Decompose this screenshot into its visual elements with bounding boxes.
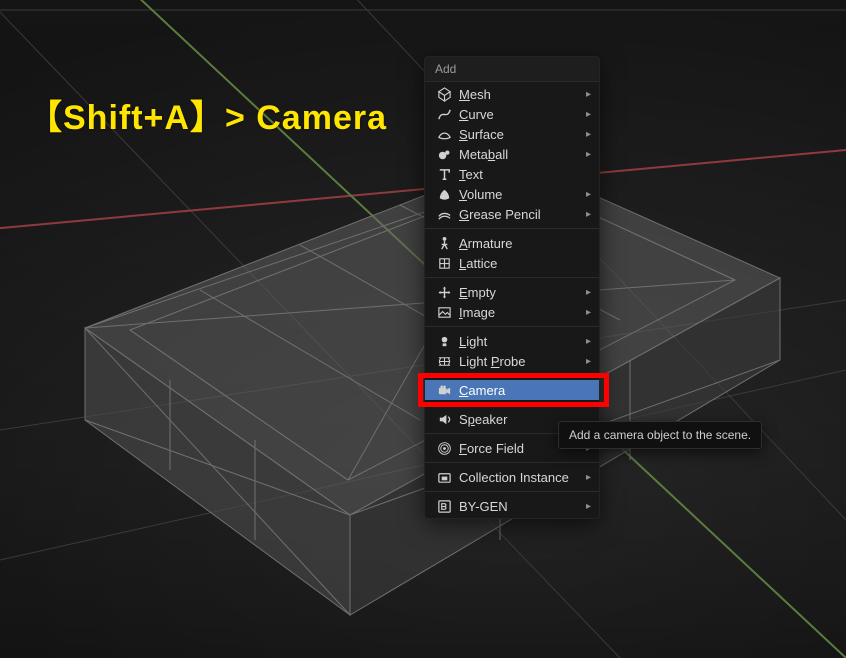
menu-item-mesh[interactable]: Mesh▸ — [425, 84, 599, 104]
menu-item-lattice[interactable]: Lattice — [425, 253, 599, 273]
menu-item-light-probe[interactable]: Light Probe▸ — [425, 351, 599, 371]
menu-item-armature[interactable]: Armature — [425, 233, 599, 253]
menu-item-light[interactable]: Light▸ — [425, 331, 599, 351]
menu-item-label: Text — [453, 167, 581, 182]
gpencil-icon — [435, 206, 453, 222]
menu-item-surface[interactable]: Surface▸ — [425, 124, 599, 144]
lightprobe-icon — [435, 353, 453, 369]
menu-item-label: Lattice — [453, 256, 581, 271]
submenu-arrow-icon: ▸ — [581, 209, 591, 220]
light-icon — [435, 333, 453, 349]
menu-item-camera[interactable]: Camera — [425, 380, 599, 400]
menu-item-label: Mesh — [453, 87, 581, 102]
lattice-icon — [435, 255, 453, 271]
surface-icon — [435, 126, 453, 142]
add-menu[interactable]: Add Mesh▸Curve▸Surface▸Metaball▸TextVolu… — [424, 56, 600, 519]
camera-tooltip: Add a camera object to the scene. — [558, 421, 762, 449]
menu-item-label: Image — [453, 305, 581, 320]
text-icon — [435, 166, 453, 182]
metaball-icon — [435, 146, 453, 162]
armature-icon — [435, 235, 453, 251]
menu-title: Add — [425, 57, 599, 82]
mesh-icon — [435, 86, 453, 102]
menu-item-label: Camera — [453, 383, 581, 398]
menu-item-label: Curve — [453, 107, 581, 122]
bygen-icon — [435, 498, 453, 514]
volume-icon — [435, 186, 453, 202]
menu-item-label: Armature — [453, 236, 581, 251]
submenu-arrow-icon: ▸ — [581, 472, 591, 483]
menu-item-label: Surface — [453, 127, 581, 142]
menu-item-metaball[interactable]: Metaball▸ — [425, 144, 599, 164]
submenu-arrow-icon: ▸ — [581, 89, 591, 100]
speaker-icon — [435, 411, 453, 427]
submenu-arrow-icon: ▸ — [581, 129, 591, 140]
submenu-arrow-icon: ▸ — [581, 109, 591, 120]
collection-icon — [435, 469, 453, 485]
menu-item-text[interactable]: Text — [425, 164, 599, 184]
annotation-text: 【Shift+A】> Camera — [28, 90, 387, 139]
menu-item-empty[interactable]: Empty▸ — [425, 282, 599, 302]
menu-item-label: BY-GEN — [453, 499, 581, 514]
curve-icon — [435, 106, 453, 122]
submenu-arrow-icon: ▸ — [581, 336, 591, 347]
menu-item-label: Metaball — [453, 147, 581, 162]
image-icon — [435, 304, 453, 320]
menu-item-label: Volume — [453, 187, 581, 202]
submenu-arrow-icon: ▸ — [581, 307, 591, 318]
menu-item-volume[interactable]: Volume▸ — [425, 184, 599, 204]
menu-item-by-gen[interactable]: BY-GEN▸ — [425, 496, 599, 516]
menu-item-grease-pencil[interactable]: Grease Pencil▸ — [425, 204, 599, 224]
menu-item-label: Collection Instance — [453, 470, 581, 485]
empty-icon — [435, 284, 453, 300]
menu-item-curve[interactable]: Curve▸ — [425, 104, 599, 124]
menu-item-label: Light Probe — [453, 354, 581, 369]
menu-item-label: Empty — [453, 285, 581, 300]
force-icon — [435, 440, 453, 456]
menu-item-collection-instance[interactable]: Collection Instance▸ — [425, 467, 599, 487]
menu-item-image[interactable]: Image▸ — [425, 302, 599, 322]
submenu-arrow-icon: ▸ — [581, 149, 591, 160]
menu-item-label: Light — [453, 334, 581, 349]
submenu-arrow-icon: ▸ — [581, 501, 591, 512]
submenu-arrow-icon: ▸ — [581, 356, 591, 367]
camera-icon — [435, 382, 453, 398]
submenu-arrow-icon: ▸ — [581, 189, 591, 200]
submenu-arrow-icon: ▸ — [581, 287, 591, 298]
menu-item-label: Grease Pencil — [453, 207, 581, 222]
